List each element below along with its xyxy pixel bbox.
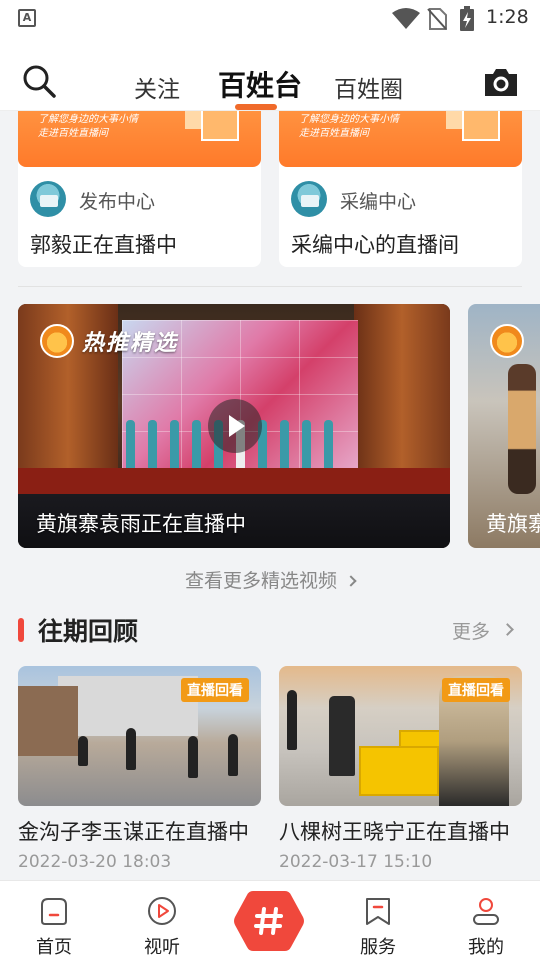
nav-label: 我的 [468, 937, 504, 958]
tab-baixingquan[interactable]: 百姓圈 [334, 70, 403, 104]
battery-charging-icon [460, 6, 474, 31]
replay-tag: 直播回看 [442, 678, 510, 702]
featured-title: 黄旗寨袁雨正在直播中 [36, 512, 246, 536]
tab-baixingtai[interactable]: 百姓台 [218, 64, 302, 104]
replay-title: 金沟子李玉谋正在直播中 [18, 820, 249, 844]
building-illustration [58, 676, 198, 736]
avatar [30, 181, 66, 217]
no-sim-icon [427, 8, 447, 30]
replay-thumbnail: 直播回看 [279, 666, 522, 806]
card-source: 发布中心 [79, 191, 156, 213]
channel-tabs: 关注 百姓台 百姓圈 [120, 58, 420, 110]
top-header: 关注 百姓台 百姓圈 [0, 38, 540, 111]
more-featured-link[interactable]: 查看更多精选视频 [0, 566, 540, 593]
replay-date: 2022-03-20 18:03 [18, 852, 172, 872]
chevron-right-icon[interactable] [501, 623, 514, 636]
status-bar: A 1:28 [0, 0, 540, 38]
replay-card[interactable]: 直播回看 八棵树王晓宁正在直播中 2022-03-17 15:10 [279, 666, 522, 872]
more-featured-label: 查看更多精选视频 [184, 570, 337, 592]
nav-label: 视听 [144, 937, 180, 958]
active-tab-indicator [235, 104, 277, 110]
nav-service[interactable]: 服务 [343, 895, 413, 959]
building-illustration [462, 111, 500, 141]
wifi-icon [392, 8, 420, 29]
person-figure [508, 364, 536, 494]
banner-line: 了解您身边的大事小情 [38, 114, 138, 125]
nav-me[interactable]: 我的 [451, 895, 521, 959]
banner-line: 了解您身边的大事小情 [299, 114, 399, 125]
brand-logo-icon [490, 324, 524, 358]
hot-pick-label: 热推精选 [82, 331, 179, 356]
play-circle-icon [148, 897, 176, 925]
bottom-nav: 首页 视听 服务 我的 [0, 880, 540, 960]
hashtag-icon[interactable] [233, 889, 305, 953]
live-card[interactable]: 了解您身边的大事小情 走进百姓直播间 发布中心 郭毅正在直播中 [18, 111, 261, 267]
card-title: 采编中心的直播间 [291, 233, 459, 257]
section-more-link[interactable]: 更多 [452, 617, 490, 644]
nav-home[interactable]: 首页 [19, 895, 89, 959]
crate-illustration [359, 746, 439, 796]
card-source: 采编中心 [340, 191, 417, 213]
section-accent-bar [18, 618, 24, 642]
hot-pick-badge: 热推精选 [40, 324, 178, 358]
building-illustration [201, 111, 239, 141]
live-card[interactable]: 了解您身边的大事小情 走进百姓直播间 采编中心 采编中心的直播间 [279, 111, 522, 267]
stage-curtain [354, 304, 450, 494]
brand-logo-icon [40, 324, 74, 358]
camera-icon[interactable] [482, 66, 520, 98]
replay-tag: 直播回看 [181, 678, 249, 702]
banner-line: 走进百姓直播间 [38, 128, 108, 139]
play-icon[interactable] [208, 399, 262, 453]
featured-title: 黄旗寨 [486, 512, 540, 536]
nav-media[interactable]: 视听 [127, 895, 197, 959]
nav-label: 服务 [360, 937, 396, 958]
featured-video-card[interactable]: 黄旗寨 [468, 304, 540, 548]
search-icon[interactable] [22, 64, 56, 98]
card-title: 郭毅正在直播中 [30, 233, 177, 257]
bookmark-icon [366, 898, 390, 925]
banner-line: 走进百姓直播间 [299, 128, 369, 139]
featured-video-card[interactable]: 热推精选 黄旗寨袁雨正在直播中 [18, 304, 450, 548]
notification-icon: A [18, 9, 36, 27]
replay-card[interactable]: 直播回看 金沟子李玉谋正在直播中 2022-03-20 18:03 [18, 666, 261, 872]
replay-date: 2022-03-17 15:10 [279, 852, 433, 872]
home-icon [41, 898, 67, 925]
tab-follow[interactable]: 关注 [134, 70, 180, 104]
section-title: 往期回顾 [38, 617, 139, 646]
chevron-right-icon [345, 575, 357, 587]
user-icon [473, 898, 499, 925]
live-card-banner: 了解您身边的大事小情 走进百姓直播间 [18, 111, 261, 167]
replay-title: 八棵树王晓宁正在直播中 [279, 820, 510, 844]
replay-thumbnail: 直播回看 [18, 666, 261, 806]
live-card-banner: 了解您身边的大事小情 走进百姓直播间 [279, 111, 522, 167]
avatar [291, 181, 327, 217]
status-time: 1:28 [486, 6, 529, 28]
divider [18, 286, 522, 287]
stage-floor [18, 468, 450, 494]
nav-label: 首页 [36, 937, 72, 958]
building-illustration [18, 686, 78, 756]
